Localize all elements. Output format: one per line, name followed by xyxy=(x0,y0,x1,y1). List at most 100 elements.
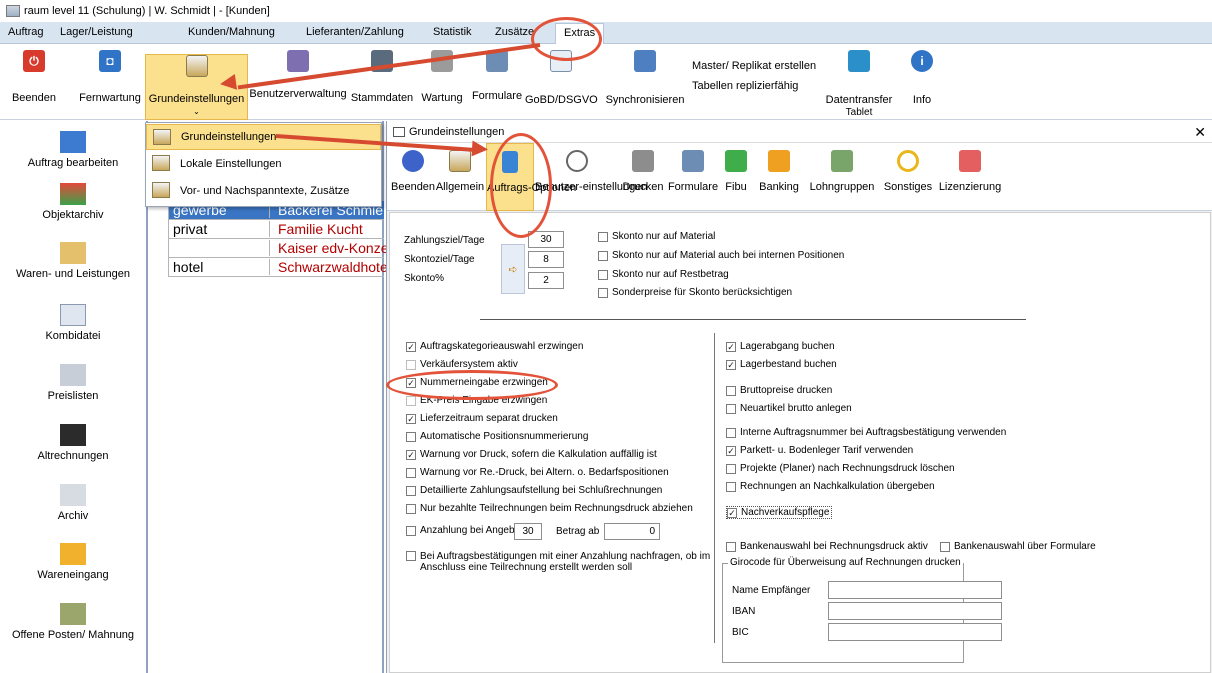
nav-offene-posten[interactable]: Offene Posten/ Mahnung xyxy=(0,603,146,641)
checkbox[interactable] xyxy=(726,385,736,396)
checkbox[interactable] xyxy=(726,463,736,474)
checkbox[interactable] xyxy=(940,541,950,552)
bic-input[interactable] xyxy=(828,623,1002,641)
ribbon-datentransfer-button[interactable]: Datentransfer Tablet xyxy=(816,44,902,120)
checkbox-label: Warnung vor Re.-Druck, bei Altern. o. Be… xyxy=(420,467,669,478)
left-check-1[interactable]: Verkäufersystem aktiv xyxy=(406,359,518,370)
right-check-8[interactable]: ✓ Nachverkaufspflege xyxy=(726,506,833,519)
skonto-check-2[interactable]: Skonto nur auf Restbetrag xyxy=(598,269,729,280)
menu-zusaetze[interactable]: Zusätze xyxy=(495,26,534,38)
ribbon-fernwartung-button[interactable]: ◘ Fernwartung xyxy=(74,44,146,120)
left-check-9[interactable]: Nur bezahlte Teilrechnungen beim Rechnun… xyxy=(406,503,693,514)
bankenauswahl-check-1[interactable]: Bankenauswahl über Formulare xyxy=(940,541,1096,552)
right-check-3[interactable]: Neuartikel brutto anlegen xyxy=(726,403,852,414)
betrag-input[interactable]: 0 xyxy=(604,523,660,540)
table-row[interactable]: hotel Schwarzwaldhote xyxy=(168,258,388,277)
menu-lieferanten-zahlung[interactable]: Lieferanten/Zahlung xyxy=(306,26,404,38)
checkbox[interactable] xyxy=(726,427,736,438)
close-icon[interactable]: ✕ xyxy=(1194,124,1206,141)
checkbox[interactable] xyxy=(406,525,416,536)
checkbox[interactable] xyxy=(726,481,736,492)
ribbon-stammdaten-button[interactable]: Stammdaten xyxy=(350,44,414,120)
skonto-check-1[interactable]: Skonto nur auf Material auch bei interne… xyxy=(598,250,844,261)
name-empfaenger-input[interactable] xyxy=(828,581,1002,599)
checkbox[interactable]: ✓ xyxy=(406,449,416,460)
ribbon-synchronisieren-button[interactable]: Synchronisieren xyxy=(604,44,686,120)
nav-altrechnungen[interactable]: Altrechnungen xyxy=(0,424,146,462)
apply-arrow-button[interactable]: ➪ xyxy=(501,244,525,294)
table-row[interactable]: privat Familie Kucht xyxy=(168,220,384,239)
nachfragen-check[interactable]: Bei Auftragsbestätigungen mit einer Anza… xyxy=(406,551,720,573)
anzahlung-input[interactable]: 30 xyxy=(514,523,542,540)
right-check-4[interactable]: Interne Auftragsnummer bei Auftragsbestä… xyxy=(726,427,1006,438)
tab-sonstiges[interactable]: Sonstiges xyxy=(879,143,937,211)
checkbox[interactable] xyxy=(406,485,416,496)
tab-lohngruppen[interactable]: Lohngruppen xyxy=(805,143,879,211)
menu-kunden-mahnung[interactable]: Kunden/Mahnung xyxy=(188,26,275,38)
tab-banking[interactable]: Banking xyxy=(754,143,804,211)
right-check-1[interactable]: ✓ Lagerbestand buchen xyxy=(726,359,837,370)
menu-auftrag[interactable]: Auftrag xyxy=(8,26,43,38)
checkbox[interactable] xyxy=(598,287,608,298)
checkbox[interactable] xyxy=(406,503,416,514)
nav-preislisten[interactable]: Preislisten xyxy=(0,364,146,402)
dropdown-item-vor-nachspanntexte[interactable]: Vor- und Nachspanntexte, Zusätze xyxy=(146,178,381,204)
checkbox[interactable] xyxy=(406,467,416,478)
ribbon-beenden-button[interactable]: ⏻ Beenden xyxy=(2,44,66,120)
right-check-2[interactable]: Bruttopreise drucken xyxy=(726,385,832,396)
nav-objektarchiv[interactable]: Objektarchiv xyxy=(0,183,146,221)
tab-lizenzierung[interactable]: Lizenzierung xyxy=(937,143,1003,211)
iban-input[interactable] xyxy=(828,602,1002,620)
tab-fibu[interactable]: Fibu xyxy=(719,143,753,211)
checkbox[interactable] xyxy=(598,231,608,242)
table-row[interactable]: Kaiser edv-Konze xyxy=(168,239,389,258)
master-replikat-button[interactable]: Master/ Replikat erstellen xyxy=(692,60,816,72)
nav-auftrag-bearbeiten[interactable]: Auftrag bearbeiten xyxy=(0,131,146,169)
anzahlung-check[interactable]: Anzahlung bei Angebot xyxy=(406,525,523,536)
checkbox[interactable]: ✓ xyxy=(726,341,736,352)
left-check-0[interactable]: ✓ Auftragskategorieauswahl erzwingen xyxy=(406,341,583,352)
menu-statistik[interactable]: Statistik xyxy=(433,26,472,38)
checkbox[interactable] xyxy=(406,551,416,561)
ribbon-info-button[interactable]: i Info xyxy=(902,44,942,120)
skontoziel-input[interactable]: 8 xyxy=(528,251,564,268)
left-check-8[interactable]: Detaillierte Zahlungsaufstellung bei Sch… xyxy=(406,485,662,496)
bankenauswahl-check-0[interactable]: Bankenauswahl bei Rechnungsdruck aktiv xyxy=(726,541,928,552)
tab-drucken[interactable]: Drucken xyxy=(619,143,667,211)
skonto-check-3[interactable]: Sonderpreise für Skonto berücksichtigen xyxy=(598,287,792,298)
checkbox[interactable] xyxy=(598,250,608,261)
skonto-input[interactable]: 2 xyxy=(528,272,564,289)
checkbox[interactable] xyxy=(598,269,608,280)
right-check-7[interactable]: Rechnungen an Nachkalkulation übergeben xyxy=(726,481,935,492)
checkbox[interactable]: ✓ xyxy=(406,413,416,424)
tabellen-replizierfaehig-button[interactable]: Tabellen replizierfähig xyxy=(692,80,798,92)
skonto-check-0[interactable]: Skonto nur auf Material xyxy=(598,231,715,242)
dropdown-item-lokale-einstellungen[interactable]: Lokale Einstellungen xyxy=(146,151,381,177)
checkbox[interactable] xyxy=(726,541,736,552)
settings-folder-icon xyxy=(152,155,170,171)
left-check-6[interactable]: ✓ Warnung vor Druck, sofern die Kalkulati… xyxy=(406,449,657,460)
right-check-5[interactable]: ✓ Parkett- u. Bodenleger Tarif verwenden xyxy=(726,445,913,456)
left-check-7[interactable]: Warnung vor Re.-Druck, bei Altern. o. Be… xyxy=(406,467,669,478)
tab-formulare[interactable]: Formulare xyxy=(667,143,719,211)
checkbox[interactable] xyxy=(406,395,416,406)
remote-icon: ◘ xyxy=(99,50,121,72)
checkbox[interactable]: ✓ xyxy=(406,341,416,352)
right-check-0[interactable]: ✓ Lagerabgang buchen xyxy=(726,341,835,352)
menu-lager-leistung[interactable]: Lager/Leistung xyxy=(60,26,133,38)
left-check-4[interactable]: ✓ Lieferzeitraum separat drucken xyxy=(406,413,558,424)
nav-wareneingang[interactable]: Wareneingang xyxy=(0,543,146,581)
nav-archiv[interactable]: Archiv xyxy=(0,484,146,522)
left-check-5[interactable]: Automatische Positionsnummerierung xyxy=(406,431,588,442)
checkbox[interactable]: ✓ xyxy=(726,445,736,456)
tab-beenden[interactable]: Beenden xyxy=(391,143,435,211)
checkbox[interactable] xyxy=(406,431,416,442)
right-check-6[interactable]: Projekte (Planer) nach Rechnungsdruck lö… xyxy=(726,463,955,474)
nav-waren-leistungen[interactable]: Waren- und Leistungen xyxy=(0,242,146,280)
checkbox[interactable]: ✓ xyxy=(726,359,736,370)
checkbox[interactable] xyxy=(726,403,736,414)
dropdown-item-grundeinstellungen[interactable]: Grundeinstellungen xyxy=(146,124,381,150)
checkbox[interactable] xyxy=(406,359,416,370)
nav-kombidatei[interactable]: Kombidatei xyxy=(0,304,146,342)
checkbox[interactable]: ✓ xyxy=(727,507,737,518)
